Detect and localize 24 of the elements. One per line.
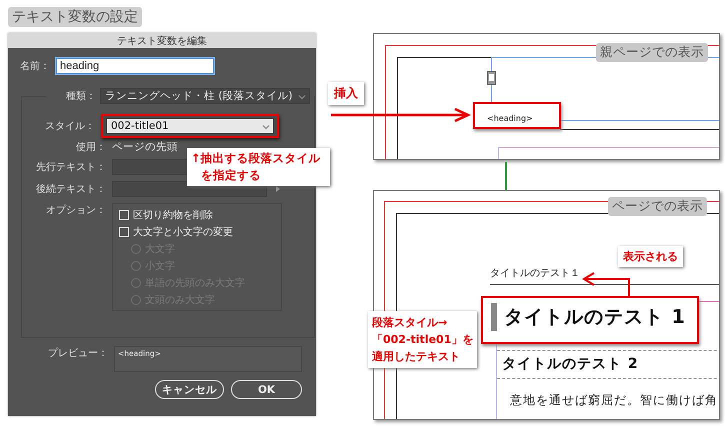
field-label: 先行テキスト： (35, 160, 106, 174)
field-label: 名前： (20, 60, 50, 73)
field-label: プレビュー： (47, 346, 108, 360)
callout-tooltip: ↑抽出する段落スタイル を指定する (187, 148, 330, 186)
dialog-title: テキスト変数を編集 (8, 33, 316, 48)
use-value: ページの先頭 (112, 140, 178, 154)
figure-title: テキスト変数の設定 (8, 7, 142, 27)
panel-label: ページでの表示 (608, 197, 707, 216)
field-label: 種類： (65, 90, 96, 103)
applied-note: 段落スタイル→ 「002-title01」を 適用したテキスト (368, 311, 478, 368)
shown-note: 表示される (618, 246, 683, 267)
heading-text: タイトルのテスト 1 (504, 305, 686, 330)
option-label: 大文字と小文字の変更 (133, 226, 233, 239)
field-label: スタイル： (44, 120, 95, 133)
option-label: 区切り約物を削除 (133, 208, 213, 222)
field-label: オプション： (45, 204, 106, 217)
field-label: 後続テキスト： (35, 182, 106, 196)
field-label: 使用： (75, 141, 106, 154)
body-text: 意地を通せば窮屈だ。智に働けば角 (510, 392, 718, 409)
heading-text: タイトルのテスト 2 (502, 355, 639, 373)
insert-note: 挿入 (328, 82, 364, 105)
running-head: タイトルのテスト１ (490, 267, 580, 280)
variable-text: <heading> (487, 114, 533, 123)
panel-label: 親ページでの表示 (596, 43, 708, 62)
